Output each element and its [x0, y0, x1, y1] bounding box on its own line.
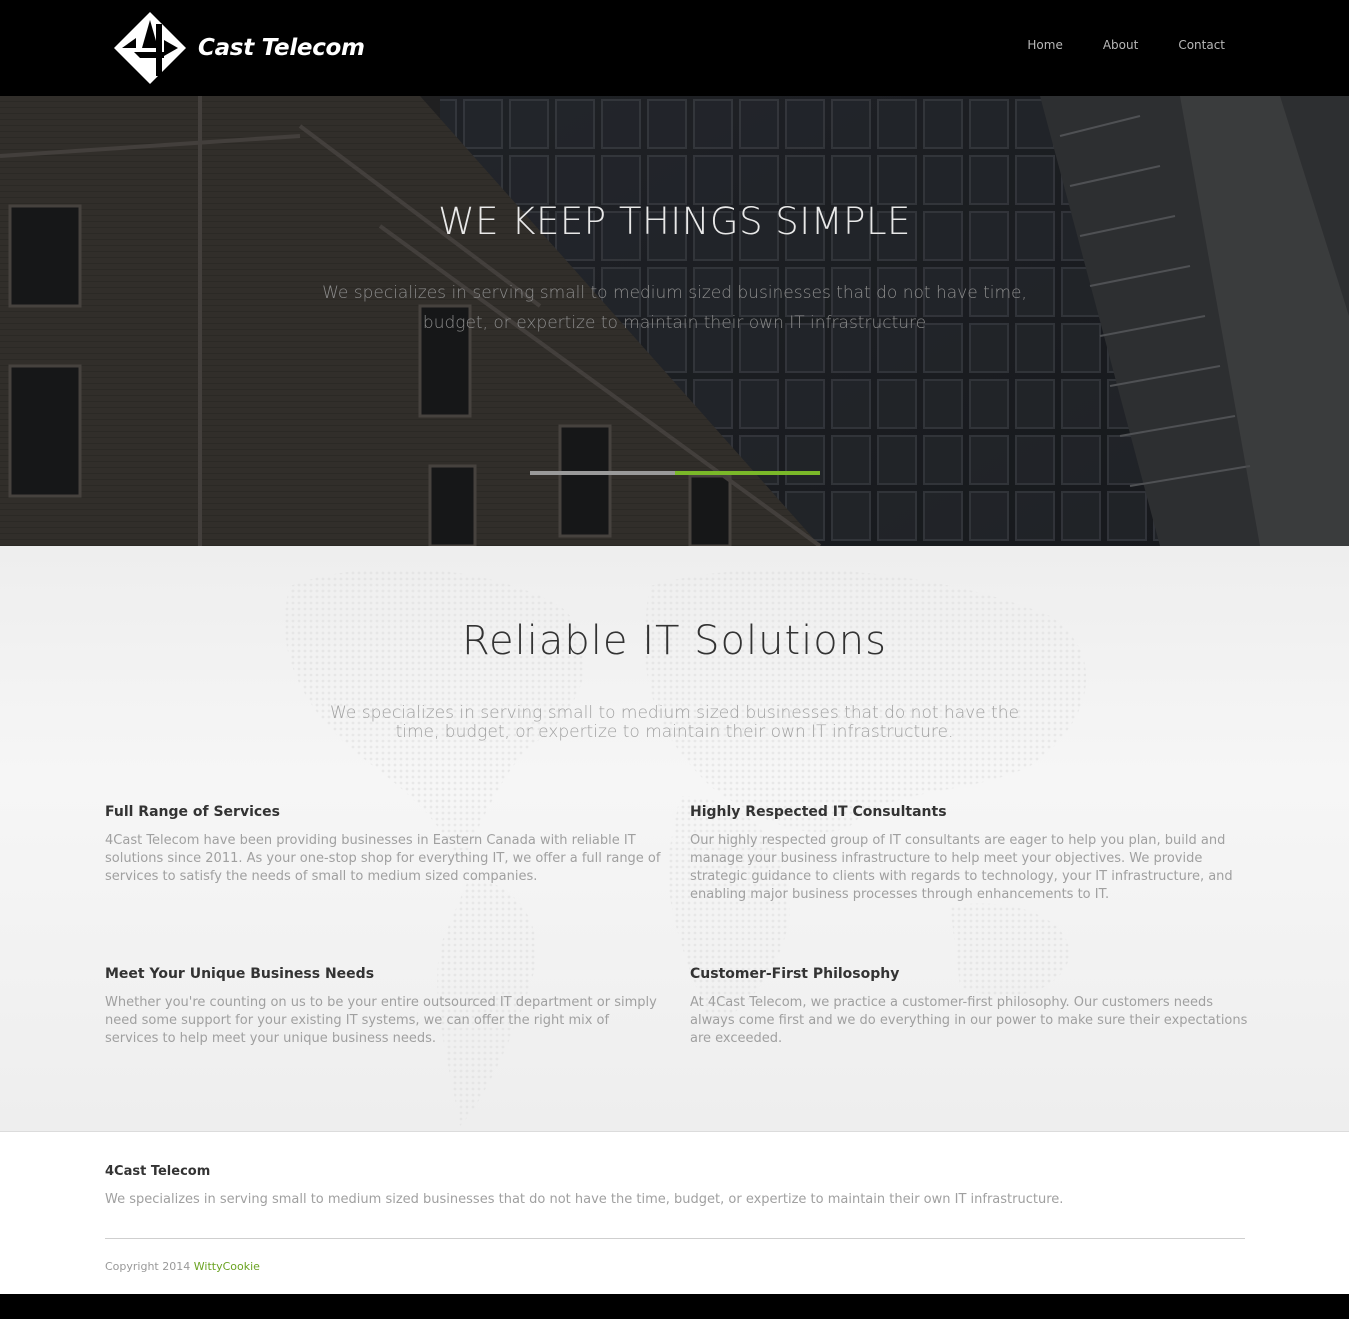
feature-text: 4Cast Telecom have been providing busine… — [105, 833, 661, 884]
nav-about-link[interactable]: About — [1103, 38, 1138, 52]
feature-title: Highly Respected IT Consultants — [690, 804, 947, 820]
section-title: Reliable IT Solutions — [462, 618, 887, 664]
nav-contact-link[interactable]: Contact — [1178, 38, 1225, 52]
feature-text: At 4Cast Telecom, we practice a customer… — [690, 995, 1248, 1046]
nav-home-link[interactable]: Home — [1027, 38, 1062, 52]
feature-card: Full Range of Services 4Cast Telecom hav… — [105, 804, 665, 886]
brand-name: Cast Telecom — [198, 35, 365, 61]
feature-title: Full Range of Services — [105, 804, 281, 820]
feature-title: Meet Your Unique Business Needs — [105, 966, 375, 982]
footer-divider — [105, 1238, 1245, 1239]
footer-title: 4Cast Telecom — [105, 1164, 211, 1179]
feature-title: Customer-First Philosophy — [690, 966, 900, 982]
site-header: Cast Telecom Home About Contact — [0, 0, 1349, 96]
section-subtitle: We specializes in serving small to mediu… — [330, 703, 1019, 742]
copyright: Copyright 2014 WittyCookie — [105, 1260, 260, 1273]
bottom-bar — [0, 1294, 1349, 1319]
feature-text: Our highly respected group of IT consult… — [690, 833, 1233, 902]
feature-text: Whether you're counting on us to be your… — [105, 995, 657, 1046]
footer-description: We specializes in serving small to mediu… — [105, 1192, 1064, 1207]
world-map-background — [230, 1131, 1130, 1133]
4-arrow-logo-icon — [114, 12, 186, 84]
site-footer: 4Cast Telecom We specializes in serving … — [0, 1131, 1349, 1294]
hero-subtitle: We specializes in serving small to mediu… — [322, 283, 1027, 333]
feature-card: Customer-First Philosophy At 4Cast Telec… — [690, 966, 1250, 1048]
brand-logo[interactable]: Cast Telecom — [112, 10, 365, 86]
slider-dot-2-active[interactable] — [675, 471, 820, 475]
copyright-link[interactable]: WittyCookie — [194, 1260, 260, 1273]
copyright-text: Copyright 2014 — [105, 1260, 191, 1273]
slider-indicator — [530, 471, 820, 475]
hero-slider: WE KEEP THINGS SIMPLE We specializes in … — [0, 96, 1349, 546]
feature-card: Meet Your Unique Business Needs Whether … — [105, 966, 665, 1048]
main-nav: Home About Contact — [1027, 38, 1225, 52]
slider-dot-1[interactable] — [530, 471, 675, 475]
features-section: Reliable IT Solutions We specializes in … — [0, 546, 1349, 1132]
feature-card: Highly Respected IT Consultants Our high… — [690, 804, 1250, 904]
hero-title: WE KEEP THINGS SIMPLE — [438, 200, 911, 243]
